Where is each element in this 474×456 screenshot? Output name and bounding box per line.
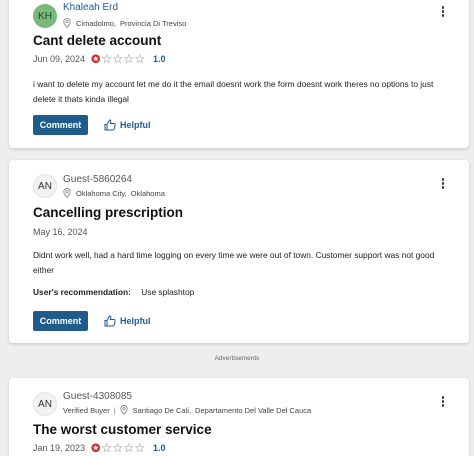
review-meta: Jun 09, 2024 1.0: [33, 54, 166, 64]
review-header: AN Guest-4308085 Verified Buyer | Santia…: [33, 390, 445, 424]
star-icon: [113, 443, 123, 453]
avatar: KH: [33, 4, 57, 28]
rating-value: 1.0: [153, 443, 166, 453]
review-body: Didnt work well, had a hard time logging…: [33, 250, 435, 275]
location-region: Departamento Del Valle Del Cauca: [195, 405, 312, 415]
review-date: Jun 09, 2024: [33, 54, 86, 64]
helpful-label: Helpful: [120, 120, 151, 130]
review-date: May 16, 2024: [33, 227, 88, 237]
more-options-icon[interactable]: [439, 178, 447, 190]
star-icon: [124, 443, 134, 453]
review-actions: Comment Helpful: [33, 115, 151, 135]
review-actions: Comment Helpful: [33, 311, 151, 331]
review-header: AN Guest-5860264 Oklahoma City, Oklahoma: [33, 172, 445, 206]
user-recommendation: User's recommendation: Use splashtop: [33, 287, 194, 297]
star-rating: [91, 443, 146, 453]
verified-badge: Verified Buyer: [63, 405, 110, 415]
helpful-label: Helpful: [120, 316, 151, 326]
review-header: KH Khaleah Erd Cimadolmo, Provincia Di T…: [33, 0, 445, 34]
comment-button[interactable]: Comment: [33, 115, 88, 135]
star-icon: [91, 54, 101, 64]
location-pin-icon: [63, 18, 71, 28]
review-title: Cant delete account: [33, 33, 162, 48]
location-region: Provincia Di Treviso: [120, 18, 187, 28]
review-card: KH Khaleah Erd Cimadolmo, Provincia Di T…: [9, 0, 469, 148]
star-icon: [124, 54, 134, 64]
review-card: AN Guest-4308085 Verified Buyer | Santia…: [9, 378, 469, 456]
reviewer-location: Cimadolmo, Provincia Di Treviso: [63, 18, 186, 28]
review-card: AN Guest-5860264 Oklahoma City, Oklahoma…: [9, 160, 469, 343]
comment-button[interactable]: Comment: [33, 311, 88, 331]
thumbs-up-icon: [104, 119, 116, 131]
helpful-button[interactable]: Helpful: [104, 315, 151, 327]
reviewer-name: Guest-5860264: [63, 174, 132, 185]
star-icon: [102, 443, 112, 453]
review-title: Cancelling prescription: [33, 205, 184, 220]
location-city: Cimadolmo,: [76, 18, 117, 28]
avatar: AN: [33, 392, 57, 416]
recommendation-label: User's recommendation:: [33, 287, 131, 297]
star-rating: [91, 54, 146, 64]
location-city: Santiago De Cali,: [132, 405, 192, 415]
meta-separator: |: [113, 405, 116, 415]
reviewer-location: Oklahoma City, Oklahoma: [63, 188, 165, 198]
location-region: Oklahoma: [130, 188, 165, 198]
review-meta: May 16, 2024: [33, 227, 94, 237]
location-city: Oklahoma City,: [76, 188, 127, 198]
review-body: i want to delete my account let me do it…: [33, 79, 434, 104]
rating-value: 1.0: [153, 54, 166, 64]
reviewer-name: Guest-4308085: [63, 391, 132, 402]
star-icon: [135, 54, 145, 64]
review-date: Jan 19, 2023: [33, 443, 86, 453]
star-icon: [102, 54, 112, 64]
review-meta: Jan 19, 2023 1.0: [33, 443, 166, 453]
star-icon: [135, 443, 145, 453]
location-pin-icon: [63, 188, 71, 198]
avatar: AN: [33, 174, 57, 198]
star-icon: [91, 443, 101, 453]
advertisements-label: Advertisements: [214, 355, 260, 362]
reviewer-name[interactable]: Khaleah Erd: [63, 2, 118, 13]
reviewer-location: Verified Buyer | Santiago De Cali, Depar…: [63, 405, 311, 415]
review-title: The worst customer service: [33, 422, 212, 437]
thumbs-up-icon: [104, 315, 116, 327]
more-options-icon[interactable]: [439, 6, 447, 18]
more-options-icon[interactable]: [439, 396, 447, 408]
star-icon: [113, 54, 123, 64]
location-pin-icon: [120, 405, 128, 415]
recommendation-value: Use splashtop: [141, 287, 195, 297]
helpful-button[interactable]: Helpful: [104, 119, 151, 131]
